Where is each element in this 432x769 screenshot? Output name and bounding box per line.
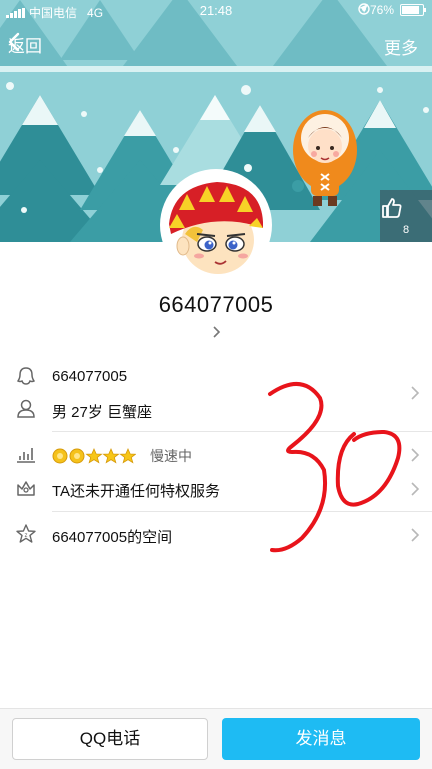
battery-percent: 76% [369, 3, 394, 17]
chevron-right-icon [411, 482, 420, 496]
level-chart-icon [17, 448, 35, 463]
gender-age-zodiac: 男 27岁 巨蟹座 [52, 404, 153, 421]
space-star-icon: z [16, 524, 36, 543]
chevron-right-icon [411, 528, 420, 542]
send-message-button[interactable]: 发消息 [222, 718, 420, 760]
qq-call-button[interactable]: QQ电话 [12, 718, 208, 760]
privilege-status: TA还未开通任何特权服务 [52, 483, 221, 500]
chevron-right-icon [411, 448, 420, 462]
handwritten-annotation-30: 30 [268, 382, 402, 553]
level-stars-icon [52, 448, 136, 464]
svg-text:z: z [25, 533, 28, 539]
like-count: 8 [402, 224, 410, 236]
cartoon-avatar-image [163, 172, 269, 278]
chevron-right-icon[interactable] [213, 326, 221, 338]
avatar[interactable] [163, 172, 269, 278]
qq-number: 664077005 [52, 368, 128, 385]
thumbs-up-icon [382, 198, 402, 218]
chevron-left-icon [8, 32, 20, 52]
qzone-link: 664077005的空间 [52, 529, 173, 546]
level-badges: 慢速中 [52, 446, 192, 466]
chevron-right-icon [411, 386, 420, 400]
level-speed-label: 慢速中 [150, 448, 192, 464]
status-bar: 中国电信 4G 21:48 76% [0, 0, 432, 22]
privilege-crown-icon [17, 481, 35, 496]
bottom-action-bar: QQ电话 发消息 [0, 708, 432, 769]
more-button[interactable]: 更多 [384, 34, 418, 59]
navigation-bar: 返回 更多 [0, 22, 432, 66]
like-button[interactable]: 8 [380, 190, 432, 242]
qq-penguin-icon [16, 367, 36, 385]
back-button[interactable]: 返回 [8, 32, 42, 57]
battery-icon [400, 4, 426, 16]
profile-nickname: 664077005 [158, 292, 274, 317]
person-icon [17, 399, 35, 418]
